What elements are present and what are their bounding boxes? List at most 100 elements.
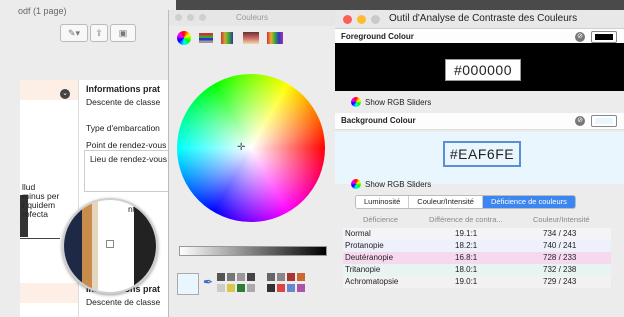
background-hex-field[interactable]: #EAF6FE — [443, 141, 521, 167]
color-swatch[interactable] — [267, 284, 275, 292]
row-intensity: 732 / 238 — [543, 265, 577, 274]
foreground-rgb-toggle[interactable]: Show RGB Sliders — [351, 97, 431, 107]
header-deficience: Déficience — [363, 215, 399, 224]
background-label: Background Colour — [341, 116, 416, 125]
crayons-icon[interactable] — [267, 32, 283, 44]
color-palettes-icon[interactable] — [221, 32, 233, 44]
foreground-rgb-label: Show RGB Sliders — [365, 98, 432, 107]
document-title: odf (1 page) — [18, 6, 67, 16]
row-contrast: 19.0:1 — [455, 277, 478, 286]
color-swatch[interactable] — [227, 284, 235, 292]
color-swatch[interactable] — [297, 273, 305, 281]
background-well-fill — [595, 118, 613, 124]
color-swatch[interactable] — [287, 273, 295, 281]
rgb-sliders-icon — [351, 97, 361, 107]
close-button[interactable] — [343, 15, 352, 24]
zoom-button[interactable] — [371, 15, 380, 24]
background-color-well[interactable] — [591, 115, 617, 127]
table-row[interactable]: Deutéranopie 16.8:1 728 / 233 — [343, 252, 611, 264]
eyedropper-icon[interactable]: ⊘ — [575, 32, 585, 42]
background-rgb-toggle[interactable]: Show RGB Sliders — [351, 179, 431, 189]
eyedropper-icon[interactable]: ⊘ — [575, 116, 585, 126]
magnified-text-2: t — [140, 218, 143, 228]
left-highlight-top — [20, 80, 78, 100]
results-tabs: Luminosité Couleur/Intensité Déficience … — [355, 195, 576, 209]
left-rule — [20, 238, 60, 239]
selected-color-swatch[interactable] — [177, 273, 199, 295]
row-deficience: Achromatopsie — [345, 277, 399, 286]
picker-title: Couleurs — [235, 13, 268, 22]
color-swatch[interactable] — [237, 273, 245, 281]
header-intensite: Couleur/Intensité — [533, 215, 590, 224]
image-palettes-icon[interactable] — [243, 32, 259, 44]
color-swatch[interactable] — [217, 284, 225, 292]
swatch-palette — [217, 270, 327, 298]
section-title: Informations prat — [86, 84, 161, 94]
briefcase-icon[interactable]: ▣ — [110, 24, 136, 42]
foreground-label: Foreground Colour — [341, 32, 414, 41]
row-intensity: 734 / 243 — [543, 229, 577, 238]
row-contrast: 19.1:1 — [455, 229, 478, 238]
magnified-text-1: ntact — [128, 204, 147, 214]
row-deficience: Tritanopie — [345, 265, 381, 274]
chevron-down-icon[interactable]: ⌄ — [60, 89, 70, 99]
tab-luminosite[interactable]: Luminosité — [356, 196, 410, 208]
table-row[interactable]: Protanopie 18.2:1 740 / 241 — [343, 240, 611, 252]
row-contrast: 16.8:1 — [455, 253, 478, 262]
eyedropper-icon[interactable]: ✒ — [203, 275, 213, 291]
table-row[interactable]: Achromatopsie 19.0:1 729 / 243 — [343, 276, 611, 288]
table-row[interactable]: Tritanopie 18.0:1 732 / 238 — [343, 264, 611, 276]
magnified-beige-strip — [92, 200, 98, 292]
foreground-well-fill — [595, 34, 613, 40]
color-sliders-icon[interactable] — [199, 33, 213, 43]
contrast-analyser-window: Outil d'Analyse de Contraste des Couleur… — [335, 10, 624, 317]
row-deficience: Normal — [345, 229, 371, 238]
table-header: Déficience Différence de contra... Coule… — [343, 214, 611, 226]
color-swatch[interactable] — [237, 284, 245, 292]
latin-line-4: rofecta — [22, 209, 48, 219]
color-swatch[interactable] — [297, 284, 305, 292]
magnified-dark-strip — [64, 200, 82, 292]
table-row[interactable]: Normal 19.1:1 734 / 243 — [343, 228, 611, 240]
row-contrast: 18.0:1 — [455, 265, 478, 274]
brightness-slider[interactable] — [179, 246, 327, 256]
magnifier-center-pixel — [106, 240, 114, 248]
color-swatch[interactable] — [217, 273, 225, 281]
color-swatch[interactable] — [287, 284, 295, 292]
background-rgb-label: Show RGB Sliders — [365, 180, 432, 189]
rgb-sliders-icon — [351, 179, 361, 189]
minimize-button[interactable] — [357, 15, 366, 24]
picker-toolbar — [173, 28, 331, 50]
colour-picker-window: Couleurs ✛ ✒ — [168, 10, 336, 317]
tab-deficience[interactable]: Déficience de couleurs — [482, 196, 575, 208]
share-icon[interactable]: ⇪ — [90, 24, 108, 42]
wheel-crosshair-icon[interactable]: ✛ — [237, 143, 245, 153]
color-wheel[interactable] — [177, 74, 325, 222]
color-swatch[interactable] — [277, 284, 285, 292]
row-intensity: 728 / 233 — [543, 253, 577, 262]
analyser-title: Outil d'Analyse de Contraste des Couleur… — [389, 13, 578, 24]
field-label-descente: Descente de classe — [86, 97, 161, 107]
foreground-color-well[interactable] — [591, 31, 617, 43]
row-intensity: 729 / 243 — [543, 277, 577, 286]
tab-couleur-intensite[interactable]: Couleur/Intensité — [409, 196, 483, 208]
pen-icon[interactable]: ✎▾ — [60, 24, 88, 42]
rendezvous-placeholder: Lieu de rendez-vous — [90, 154, 168, 164]
field-label-rendezvous: Point de rendez-vous — [86, 140, 167, 150]
color-wheel-icon[interactable] — [177, 31, 191, 45]
color-swatch[interactable] — [227, 273, 235, 281]
color-swatch[interactable] — [247, 273, 255, 281]
field-label-descente-bottom: Descente de classe — [86, 297, 161, 307]
row-contrast: 18.2:1 — [455, 241, 478, 250]
color-swatch[interactable] — [267, 273, 275, 281]
background-header: Background Colour ⊘ — [335, 113, 624, 130]
color-swatch[interactable] — [247, 284, 255, 292]
magnified-text-3: t — [140, 252, 143, 262]
color-swatch[interactable] — [277, 273, 285, 281]
picker-titlebar: Couleurs — [169, 10, 335, 26]
magnifier-lens: ntact t t — [62, 198, 158, 294]
row-deficience: Deutéranopie — [345, 253, 394, 262]
document-toolbar: ✎▾ ⇪ ▣ — [60, 24, 170, 42]
analyser-titlebar: Outil d'Analyse de Contraste des Couleur… — [335, 10, 624, 29]
foreground-hex-field[interactable]: #000000 — [445, 59, 521, 81]
